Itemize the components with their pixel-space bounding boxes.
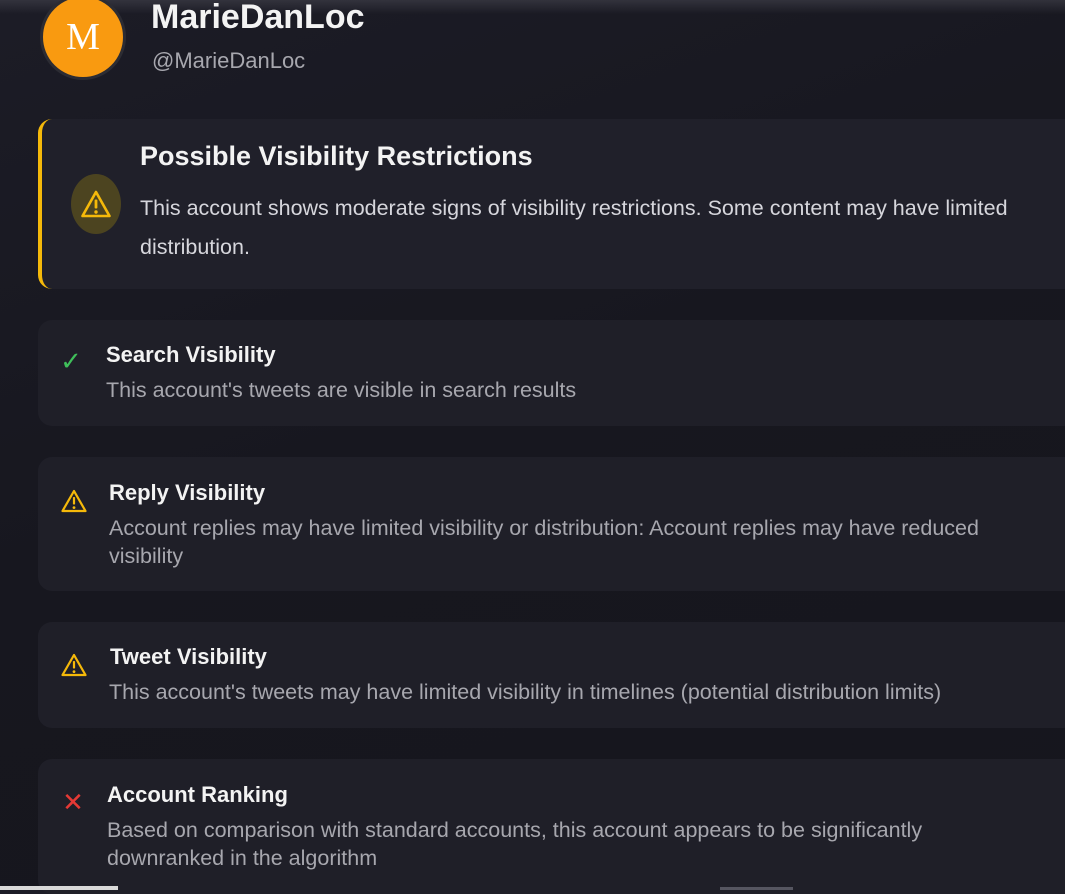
- scroll-indicator: [0, 886, 118, 890]
- check-icon: ✓: [60, 347, 82, 377]
- warning-icon: [60, 652, 88, 678]
- check-title: Account Ranking: [107, 782, 288, 807]
- check-description: Based on comparison with standard accoun…: [107, 818, 923, 870]
- visibility-alert: Possible Visibility Restrictions This ac…: [38, 119, 1065, 289]
- avatar[interactable]: M: [40, 0, 126, 80]
- check-card-account-ranking: ✕ Account Ranking Based on comparison wi…: [38, 759, 1065, 894]
- check-description: This account's tweets are visible in sea…: [106, 378, 577, 402]
- check-card-tweet-visibility: Tweet Visibility This account's tweets m…: [38, 622, 1065, 728]
- warning-icon: [60, 488, 88, 514]
- check-title: Tweet Visibility: [110, 644, 267, 669]
- check-card-search-visibility: ✓ Search Visibility This account's tweet…: [38, 320, 1065, 426]
- cross-icon: ✕: [62, 788, 84, 818]
- profile-header: M MarieDanLoc @MarieDanLoc: [0, 0, 1065, 100]
- alert-title: Possible Visibility Restrictions: [140, 141, 533, 171]
- check-description: This account's tweets may have limited v…: [109, 680, 942, 704]
- check-description: Account replies may have limited visibil…: [109, 516, 979, 568]
- display-name: MarieDanLoc: [151, 0, 365, 36]
- handle: @MarieDanLoc: [152, 48, 306, 73]
- check-card-reply-visibility: Reply Visibility Account replies may hav…: [38, 457, 1065, 591]
- warning-icon: [71, 174, 121, 234]
- alert-description: This account shows moderate signs of vis…: [140, 196, 1008, 259]
- check-title: Search Visibility: [106, 342, 276, 367]
- check-title: Reply Visibility: [109, 480, 266, 505]
